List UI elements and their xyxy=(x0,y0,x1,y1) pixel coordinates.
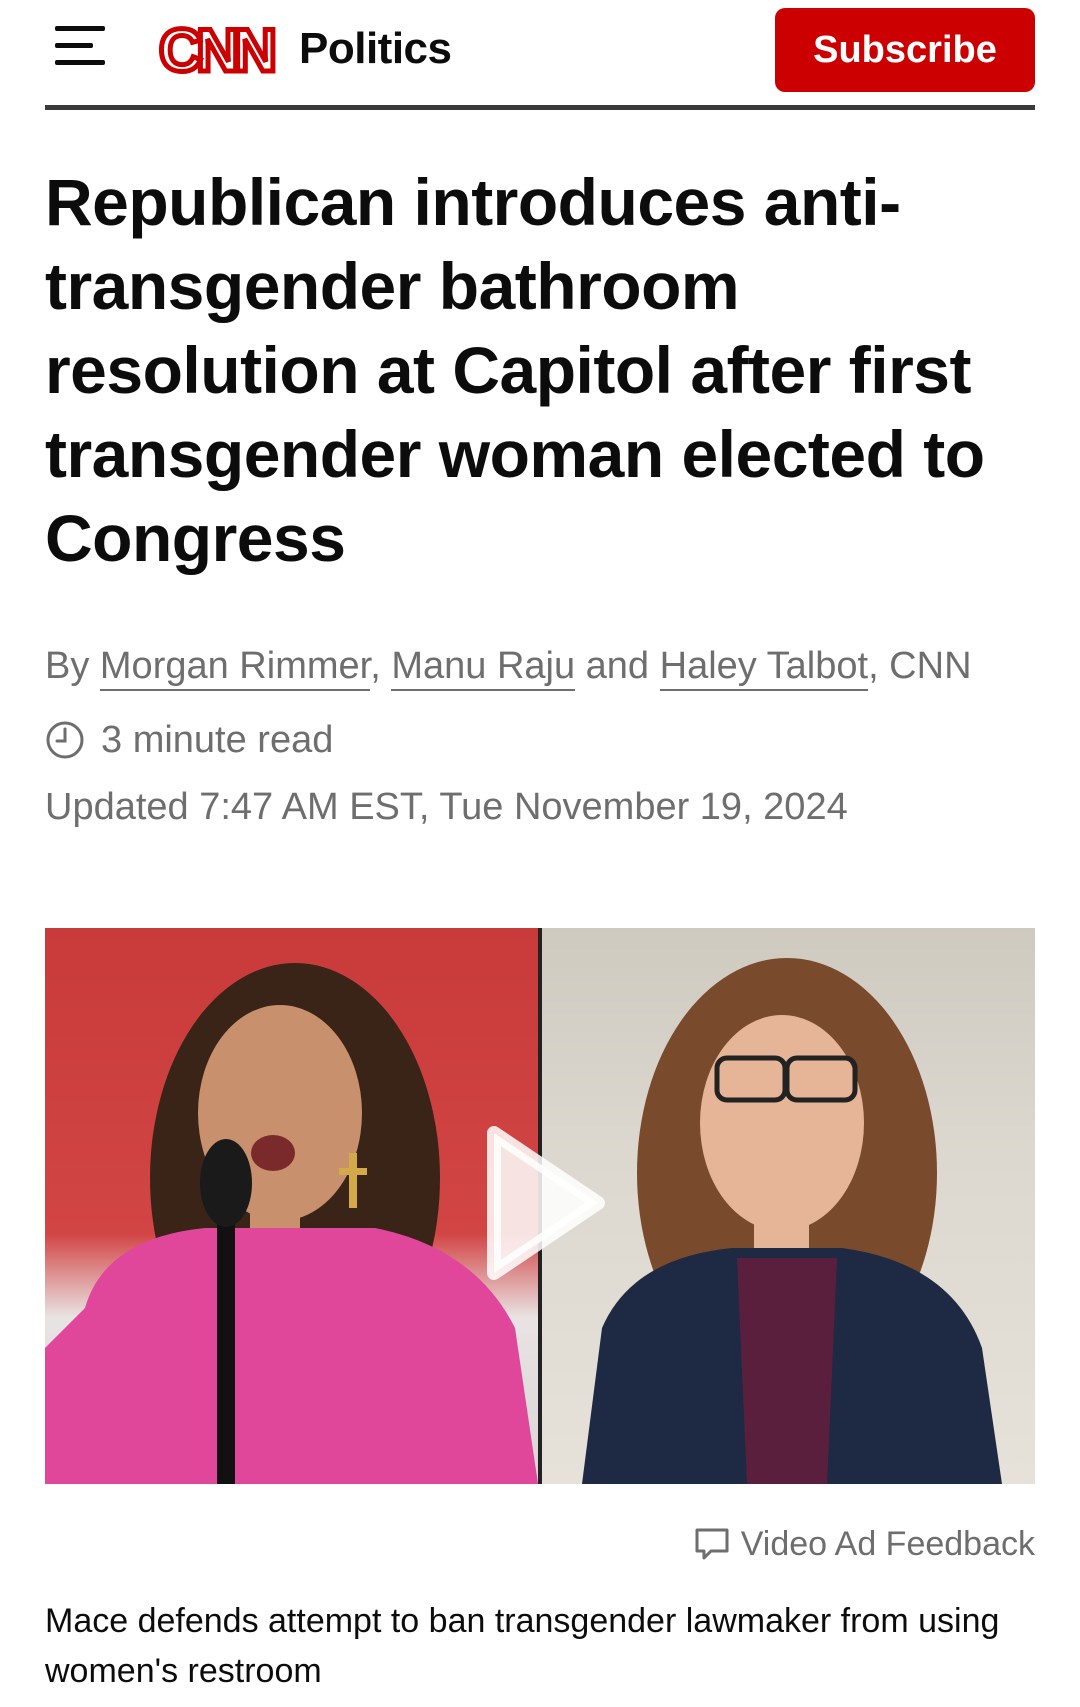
byline-suffix: , CNN xyxy=(868,645,972,687)
video-thumbnail-left xyxy=(45,928,538,1484)
byline: By Morgan Rimmer, Manu Raju and Haley Ta… xyxy=(45,645,1045,691)
video-player[interactable] xyxy=(45,928,1035,1484)
author-link[interactable]: Haley Talbot xyxy=(659,645,869,691)
byline-separator: , xyxy=(370,645,392,687)
portrait-photo xyxy=(582,958,1002,1484)
read-time: 3 minute read xyxy=(45,718,333,762)
hamburger-menu-icon[interactable] xyxy=(55,22,105,66)
video-caption: Mace defends attempt to ban transgender … xyxy=(45,1602,1000,1690)
video-thumbnail-right xyxy=(542,928,1035,1484)
ad-feedback-label: Video Ad Feedback xyxy=(740,1524,1035,1563)
author-link[interactable]: Manu Raju xyxy=(391,645,576,691)
header-divider xyxy=(45,105,1035,110)
section-title: Politics xyxy=(299,24,452,73)
byline-prefix: By xyxy=(45,645,100,687)
top-nav: CNN Politics Subscribe xyxy=(45,0,1035,110)
speaker-photo xyxy=(45,963,538,1484)
cnn-logo-icon: CNN xyxy=(157,17,282,81)
subscribe-button[interactable]: Subscribe xyxy=(775,8,1035,92)
updated-timestamp: Updated 7:47 AM EST, Tue November 19, 20… xyxy=(45,786,848,828)
play-icon[interactable] xyxy=(480,1123,610,1283)
read-time-text: 3 minute read xyxy=(101,718,334,761)
cnn-politics-logo[interactable]: CNN Politics xyxy=(157,14,452,84)
article-headline: Republican introduces anti-transgender b… xyxy=(45,165,985,575)
feedback-icon xyxy=(695,1528,729,1560)
video-ad-feedback-link[interactable]: Video Ad Feedback xyxy=(693,1522,1035,1566)
clock-icon xyxy=(46,721,84,759)
byline-separator: and xyxy=(575,645,660,687)
author-link[interactable]: Morgan Rimmer xyxy=(99,645,371,691)
svg-text:CNN: CNN xyxy=(159,17,274,81)
